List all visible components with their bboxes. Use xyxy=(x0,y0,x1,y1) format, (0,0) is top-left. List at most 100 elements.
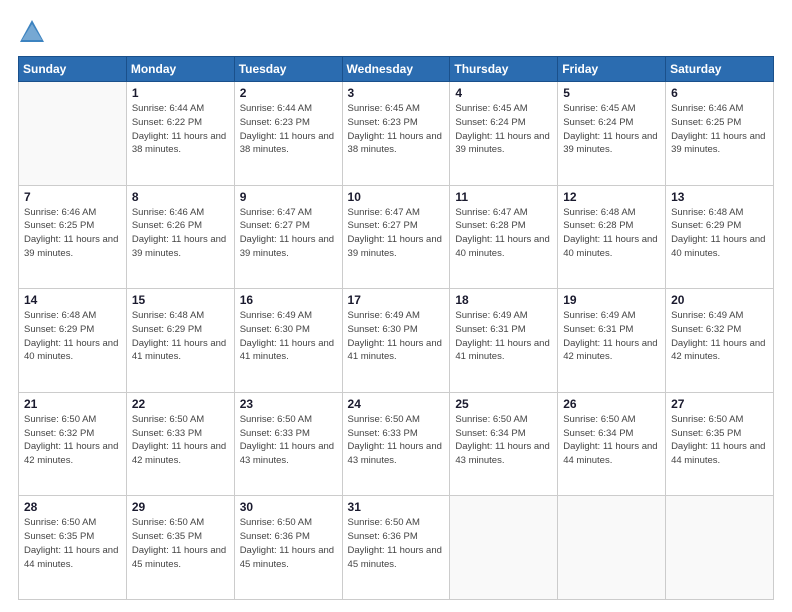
calendar-cell: 24 Sunrise: 6:50 AMSunset: 6:33 PMDayligh… xyxy=(342,392,450,496)
day-number: 10 xyxy=(348,190,445,204)
calendar-table: SundayMondayTuesdayWednesdayThursdayFrid… xyxy=(18,56,774,600)
day-info: Sunrise: 6:49 AMSunset: 6:31 PMDaylight:… xyxy=(563,309,660,364)
day-info: Sunrise: 6:47 AMSunset: 6:28 PMDaylight:… xyxy=(455,206,552,261)
calendar-week-2: 7 Sunrise: 6:46 AMSunset: 6:25 PMDaylight… xyxy=(19,185,774,289)
day-info: Sunrise: 6:50 AMSunset: 6:35 PMDaylight:… xyxy=(132,516,229,571)
day-number: 9 xyxy=(240,190,337,204)
day-info: Sunrise: 6:50 AMSunset: 6:36 PMDaylight:… xyxy=(240,516,337,571)
day-number: 25 xyxy=(455,397,552,411)
day-info: Sunrise: 6:50 AMSunset: 6:35 PMDaylight:… xyxy=(24,516,121,571)
day-number: 17 xyxy=(348,293,445,307)
day-info: Sunrise: 6:46 AMSunset: 6:25 PMDaylight:… xyxy=(671,102,768,157)
day-number: 16 xyxy=(240,293,337,307)
calendar-week-1: 1Sunrise: 6:44 AMSunset: 6:22 PMDaylight… xyxy=(19,82,774,186)
day-info: Sunrise: 6:49 AMSunset: 6:31 PMDaylight:… xyxy=(455,309,552,364)
day-number: 12 xyxy=(563,190,660,204)
calendar-cell: 23Sunrise: 6:50 AMSunset: 6:33 PMDayligh… xyxy=(234,392,342,496)
day-info: Sunrise: 6:45 AMSunset: 6:24 PMDaylight:… xyxy=(455,102,552,157)
day-number: 8 xyxy=(132,190,229,204)
calendar-cell: 9 Sunrise: 6:47 AMSunset: 6:27 PMDaylight… xyxy=(234,185,342,289)
calendar-cell: 19 Sunrise: 6:49 AMSunset: 6:31 PMDayligh… xyxy=(558,289,666,393)
day-number: 26 xyxy=(563,397,660,411)
day-number: 15 xyxy=(132,293,229,307)
day-number: 20 xyxy=(671,293,768,307)
day-info: Sunrise: 6:48 AMSunset: 6:29 PMDaylight:… xyxy=(671,206,768,261)
day-info: Sunrise: 6:47 AMSunset: 6:27 PMDaylight:… xyxy=(240,206,337,261)
calendar-cell: 20 Sunrise: 6:49 AMSunset: 6:32 PMDayligh… xyxy=(666,289,774,393)
calendar-cell: 26Sunrise: 6:50 AMSunset: 6:34 PMDayligh… xyxy=(558,392,666,496)
calendar-cell: 2 Sunrise: 6:44 AMSunset: 6:23 PMDaylight… xyxy=(234,82,342,186)
calendar-cell: 29 Sunrise: 6:50 AMSunset: 6:35 PMDayligh… xyxy=(126,496,234,600)
day-info: Sunrise: 6:49 AMSunset: 6:30 PMDaylight:… xyxy=(348,309,445,364)
day-number: 29 xyxy=(132,500,229,514)
day-number: 7 xyxy=(24,190,121,204)
calendar-cell: 27Sunrise: 6:50 AMSunset: 6:35 PMDayligh… xyxy=(666,392,774,496)
calendar-cell xyxy=(19,82,127,186)
calendar-cell: 22Sunrise: 6:50 AMSunset: 6:33 PMDayligh… xyxy=(126,392,234,496)
calendar-header-friday: Friday xyxy=(558,57,666,82)
day-number: 21 xyxy=(24,397,121,411)
logo xyxy=(18,18,50,46)
day-number: 30 xyxy=(240,500,337,514)
day-info: Sunrise: 6:45 AMSunset: 6:24 PMDaylight:… xyxy=(563,102,660,157)
calendar-cell: 14Sunrise: 6:48 AMSunset: 6:29 PMDayligh… xyxy=(19,289,127,393)
day-number: 23 xyxy=(240,397,337,411)
calendar-cell: 8 Sunrise: 6:46 AMSunset: 6:26 PMDaylight… xyxy=(126,185,234,289)
day-number: 19 xyxy=(563,293,660,307)
page: SundayMondayTuesdayWednesdayThursdayFrid… xyxy=(0,0,792,612)
day-info: Sunrise: 6:49 AMSunset: 6:30 PMDaylight:… xyxy=(240,309,337,364)
calendar-header-wednesday: Wednesday xyxy=(342,57,450,82)
calendar-cell: 6 Sunrise: 6:46 AMSunset: 6:25 PMDaylight… xyxy=(666,82,774,186)
calendar-cell: 18 Sunrise: 6:49 AMSunset: 6:31 PMDayligh… xyxy=(450,289,558,393)
day-info: Sunrise: 6:46 AMSunset: 6:25 PMDaylight:… xyxy=(24,206,121,261)
day-info: Sunrise: 6:47 AMSunset: 6:27 PMDaylight:… xyxy=(348,206,445,261)
day-number: 28 xyxy=(24,500,121,514)
day-info: Sunrise: 6:50 AMSunset: 6:35 PMDaylight:… xyxy=(671,413,768,468)
day-info: Sunrise: 6:49 AMSunset: 6:32 PMDaylight:… xyxy=(671,309,768,364)
calendar-cell: 15 Sunrise: 6:48 AMSunset: 6:29 PMDayligh… xyxy=(126,289,234,393)
day-number: 6 xyxy=(671,86,768,100)
day-info: Sunrise: 6:46 AMSunset: 6:26 PMDaylight:… xyxy=(132,206,229,261)
day-info: Sunrise: 6:48 AMSunset: 6:29 PMDaylight:… xyxy=(132,309,229,364)
day-info: Sunrise: 6:50 AMSunset: 6:32 PMDaylight:… xyxy=(24,413,121,468)
calendar-cell: 5 Sunrise: 6:45 AMSunset: 6:24 PMDaylight… xyxy=(558,82,666,186)
calendar-cell xyxy=(450,496,558,600)
calendar-cell: 11Sunrise: 6:47 AMSunset: 6:28 PMDayligh… xyxy=(450,185,558,289)
calendar-header-row: SundayMondayTuesdayWednesdayThursdayFrid… xyxy=(19,57,774,82)
calendar-header-sunday: Sunday xyxy=(19,57,127,82)
day-info: Sunrise: 6:44 AMSunset: 6:23 PMDaylight:… xyxy=(240,102,337,157)
calendar-header-monday: Monday xyxy=(126,57,234,82)
calendar-cell: 17 Sunrise: 6:49 AMSunset: 6:30 PMDayligh… xyxy=(342,289,450,393)
day-info: Sunrise: 6:48 AMSunset: 6:28 PMDaylight:… xyxy=(563,206,660,261)
day-number: 3 xyxy=(348,86,445,100)
calendar-cell: 30 Sunrise: 6:50 AMSunset: 6:36 PMDayligh… xyxy=(234,496,342,600)
day-info: Sunrise: 6:50 AMSunset: 6:34 PMDaylight:… xyxy=(455,413,552,468)
day-number: 18 xyxy=(455,293,552,307)
calendar-week-5: 28 Sunrise: 6:50 AMSunset: 6:35 PMDayligh… xyxy=(19,496,774,600)
calendar-cell: 21 Sunrise: 6:50 AMSunset: 6:32 PMDayligh… xyxy=(19,392,127,496)
day-number: 24 xyxy=(348,397,445,411)
day-number: 22 xyxy=(132,397,229,411)
day-number: 2 xyxy=(240,86,337,100)
day-number: 5 xyxy=(563,86,660,100)
calendar-cell: 1Sunrise: 6:44 AMSunset: 6:22 PMDaylight… xyxy=(126,82,234,186)
calendar-cell: 28 Sunrise: 6:50 AMSunset: 6:35 PMDayligh… xyxy=(19,496,127,600)
day-number: 4 xyxy=(455,86,552,100)
calendar-header-tuesday: Tuesday xyxy=(234,57,342,82)
logo-icon xyxy=(18,18,46,46)
calendar-cell: 12 Sunrise: 6:48 AMSunset: 6:28 PMDayligh… xyxy=(558,185,666,289)
calendar-header-saturday: Saturday xyxy=(666,57,774,82)
calendar-cell xyxy=(666,496,774,600)
day-info: Sunrise: 6:48 AMSunset: 6:29 PMDaylight:… xyxy=(24,309,121,364)
calendar-cell: 31Sunrise: 6:50 AMSunset: 6:36 PMDayligh… xyxy=(342,496,450,600)
day-info: Sunrise: 6:45 AMSunset: 6:23 PMDaylight:… xyxy=(348,102,445,157)
day-number: 13 xyxy=(671,190,768,204)
calendar-week-3: 14Sunrise: 6:48 AMSunset: 6:29 PMDayligh… xyxy=(19,289,774,393)
calendar-cell: 4 Sunrise: 6:45 AMSunset: 6:24 PMDaylight… xyxy=(450,82,558,186)
calendar-cell: 7 Sunrise: 6:46 AMSunset: 6:25 PMDaylight… xyxy=(19,185,127,289)
calendar-header-thursday: Thursday xyxy=(450,57,558,82)
day-info: Sunrise: 6:44 AMSunset: 6:22 PMDaylight:… xyxy=(132,102,229,157)
day-info: Sunrise: 6:50 AMSunset: 6:36 PMDaylight:… xyxy=(348,516,445,571)
calendar-cell: 10 Sunrise: 6:47 AMSunset: 6:27 PMDayligh… xyxy=(342,185,450,289)
day-info: Sunrise: 6:50 AMSunset: 6:33 PMDaylight:… xyxy=(348,413,445,468)
